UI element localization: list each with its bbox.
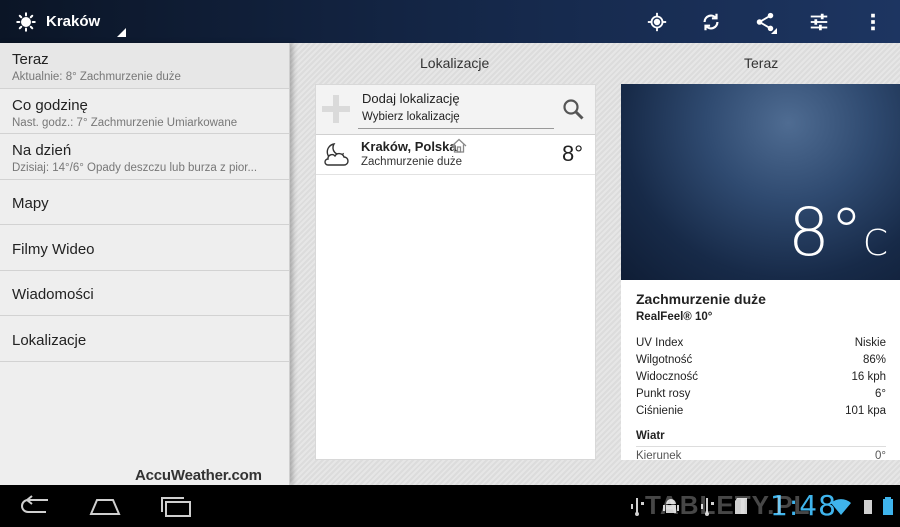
now-header: Teraz: [744, 55, 779, 71]
overflow-menu-icon: [871, 13, 875, 30]
settings-button[interactable]: [792, 0, 846, 43]
back-icon[interactable]: [16, 494, 56, 518]
detail-value: 86%: [862, 354, 886, 366]
wifi-icon: [831, 499, 851, 515]
detail-label: Widoczność: [636, 371, 698, 383]
accuweather-logo[interactable]: AccuWeather.com: [135, 467, 262, 484]
detail-row: Ciśnienie 101 kpa: [636, 405, 886, 422]
navigation-drawer: Teraz Aktualnie: 8° Zachmurzenie duże Co…: [0, 43, 290, 485]
refresh-icon: [703, 13, 719, 30]
add-location-title: Dodaj lokalizację: [362, 91, 460, 106]
current-weather-image: 8°C: [621, 84, 900, 280]
nav-item-mapy[interactable]: Mapy: [0, 180, 289, 225]
nav-item-teraz[interactable]: Teraz Aktualnie: 8° Zachmurzenie duże: [0, 43, 289, 89]
usb-icon: [631, 498, 644, 516]
nav-item-lokalizacje[interactable]: Lokalizacje: [0, 316, 289, 362]
detail-row: UV Index Niskie: [636, 337, 886, 354]
location-title[interactable]: Kraków: [46, 13, 100, 30]
moon-cloud-icon: [324, 143, 349, 166]
nav-item-title: Wiadomości: [12, 286, 94, 304]
nav-item-title: Filmy Wideo: [12, 240, 95, 258]
location-temp: 8°: [561, 141, 583, 166]
overflow-menu-button[interactable]: [846, 0, 900, 43]
current-temp-value: 8°: [787, 194, 863, 271]
battery-icon: [883, 497, 893, 515]
location-name: Kraków, Polska: [361, 139, 457, 154]
wind-header: Wiatr: [636, 430, 886, 447]
location-condition: Zachmurzenie duże: [361, 156, 462, 168]
current-temp-unit: C: [862, 223, 888, 264]
content-area: Teraz Aktualnie: 8° Zachmurzenie duże Co…: [0, 43, 900, 485]
nav-item-title: Lokalizacje: [12, 331, 87, 349]
home-icon: [451, 138, 467, 153]
recent-apps-icon[interactable]: [156, 494, 196, 518]
wind-label: Kierunek: [636, 450, 682, 462]
detail-label: UV Index: [636, 337, 684, 349]
location-row[interactable]: Kraków, Polska Zachmurzenie duże 8°: [316, 135, 595, 175]
signal-unknown-icon: [864, 500, 872, 514]
share-button[interactable]: [738, 0, 792, 43]
add-location-row: Dodaj lokalizację Wybierz lokalizację: [316, 85, 595, 135]
realfeel: RealFeel® 10°: [636, 311, 713, 323]
nav-item-wiadomosci[interactable]: Wiadomości: [0, 271, 289, 316]
share-submenu-indicator: [771, 28, 777, 34]
locate-button[interactable]: [630, 0, 684, 43]
home-button-icon[interactable]: [85, 494, 125, 518]
settings-sliders-icon: [810, 13, 828, 30]
sun-gear-icon[interactable]: [16, 11, 36, 32]
nav-item-subtitle: Nast. godz.: 7° Zachmurzenie Umiarkowane: [12, 116, 238, 129]
details-table: UV Index Niskie Wilgotność 86% Widocznoś…: [636, 337, 886, 422]
location-search-input[interactable]: Wybierz lokalizację: [358, 109, 554, 129]
current-temp: 8°C: [788, 200, 888, 266]
add-plus-icon[interactable]: [322, 95, 350, 123]
detail-value: 16 kph: [851, 371, 886, 383]
detail-row: Punkt rosy 6°: [636, 388, 886, 405]
nav-item-title: Teraz: [12, 51, 49, 69]
locations-panel: Dodaj lokalizację Wybierz lokalizację Kr…: [315, 84, 596, 460]
detail-value: Niskie: [854, 337, 886, 349]
watermark: TABLETY.PL: [645, 490, 811, 520]
wind-value: 0°: [875, 450, 886, 462]
locations-header: Lokalizacje: [420, 55, 490, 71]
detail-row: Widoczność 16 kph: [636, 371, 886, 388]
nav-item-title: Na dzień: [12, 142, 72, 160]
nav-item-filmy-wideo[interactable]: Filmy Wideo: [0, 225, 289, 271]
detail-label: Punkt rosy: [636, 388, 691, 400]
nav-item-co-godzine[interactable]: Co godzinę Nast. godz.: 7° Zachmurzenie …: [0, 89, 289, 134]
nav-item-na-dzien[interactable]: Na dzień Dzisiaj: 14°/6° Opady deszczu l…: [0, 134, 289, 180]
detail-value: 6°: [875, 388, 886, 400]
refresh-button[interactable]: [684, 0, 738, 43]
search-icon[interactable]: [561, 97, 585, 121]
screen: Kraków Teraz Aktualnie: 8° Zachmurzenie …: [0, 0, 900, 527]
nav-item-subtitle: Dzisiaj: 14°/6° Opady deszczu lub burza …: [12, 162, 258, 175]
action-bar: Kraków: [0, 0, 900, 43]
action-bar-actions: [630, 0, 900, 43]
nav-item-title: Co godzinę: [12, 96, 88, 114]
detail-label: Wilgotność: [636, 354, 693, 366]
wind-direction-row: Kierunek 0°: [636, 450, 886, 467]
current-details-panel: Zachmurzenie duże RealFeel® 10° UV Index…: [621, 280, 900, 462]
location-dropdown-indicator[interactable]: [117, 28, 126, 37]
nav-item-subtitle: Aktualnie: 8° Zachmurzenie duże: [12, 71, 181, 84]
detail-value: 101 kpa: [845, 405, 886, 417]
current-condition: Zachmurzenie duże: [636, 291, 766, 307]
nav-item-title: Mapy: [12, 195, 49, 213]
detail-label: Ciśnienie: [636, 405, 684, 417]
detail-row: Wilgotność 86%: [636, 354, 886, 371]
locate-icon: [647, 12, 667, 31]
